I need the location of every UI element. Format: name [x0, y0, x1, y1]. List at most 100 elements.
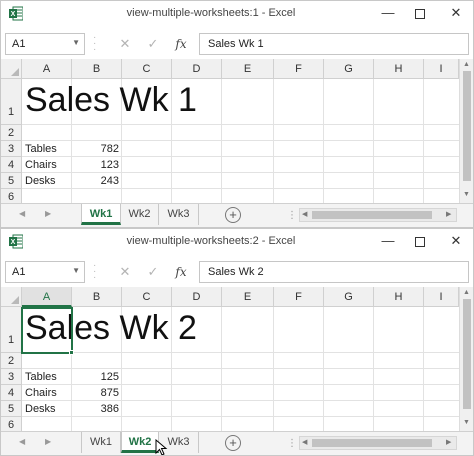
column-header-e[interactable]: E	[222, 59, 274, 79]
worksheet-grid[interactable]: A B C D E F G H I 1 2 3 4 5 6 Sales Wk 2…	[1, 287, 473, 431]
sheet-tab-wk1[interactable]: Wk1	[81, 432, 121, 453]
vertical-scroll-thumb[interactable]	[463, 299, 471, 409]
formula-input[interactable]: Sales Wk 1	[199, 33, 469, 55]
cell-a1[interactable]: Sales Wk 1	[25, 81, 197, 120]
horizontal-scrollbar[interactable]: ◀ ▶	[299, 436, 457, 450]
add-sheet-button[interactable]: +	[225, 435, 241, 451]
vertical-scrollbar[interactable]: ▲ ▼	[459, 287, 473, 431]
title-bar[interactable]: X view-multiple-worksheets:2 - Excel — ✕	[1, 229, 473, 255]
column-header-b[interactable]: B	[72, 59, 122, 79]
prev-sheet-icon[interactable]: ◀	[19, 209, 25, 218]
formula-input[interactable]: Sales Wk 2	[199, 261, 469, 283]
next-sheet-icon[interactable]: ▶	[45, 209, 51, 218]
cell-a5[interactable]: Desks	[25, 175, 56, 187]
column-header-f[interactable]: F	[274, 59, 324, 79]
cell-a3[interactable]: Tables	[25, 143, 57, 155]
close-button[interactable]: ✕	[445, 4, 467, 22]
vertical-scrollbar[interactable]: ▲ ▼	[459, 59, 473, 203]
insert-function-button[interactable]: fx	[171, 35, 191, 53]
cancel-entry-button[interactable]: ✕	[115, 263, 135, 281]
row-header-2[interactable]: 2	[1, 353, 22, 369]
maximize-button[interactable]	[409, 4, 431, 22]
scroll-down-icon[interactable]: ▼	[463, 191, 470, 198]
scroll-up-icon[interactable]: ▲	[463, 289, 470, 296]
gridline	[22, 352, 459, 353]
column-header-f[interactable]: F	[274, 287, 324, 307]
scroll-down-icon[interactable]: ▼	[463, 419, 470, 426]
cell-b3[interactable]: 125	[73, 371, 119, 383]
cancel-entry-button[interactable]: ✕	[115, 35, 135, 53]
column-header-c[interactable]: C	[122, 59, 172, 79]
row-header-3[interactable]: 3	[1, 141, 22, 157]
horizontal-scrollbar[interactable]: ◀ ▶	[299, 208, 457, 222]
row-header-1[interactable]: 1	[1, 79, 22, 125]
horizontal-scroll-thumb[interactable]	[312, 439, 432, 447]
worksheet-grid[interactable]: A B C D E F G H I 1 2 3 4 5 6 Sales Wk 1…	[1, 59, 473, 203]
cell-b5[interactable]: 386	[73, 403, 119, 415]
name-box[interactable]: A1 ▼	[5, 33, 85, 55]
column-header-e[interactable]: E	[222, 287, 274, 307]
column-header-b[interactable]: B	[72, 287, 122, 307]
tab-split-handle[interactable]: ⋮	[287, 438, 297, 449]
scroll-left-icon[interactable]: ◀	[302, 210, 307, 218]
column-header-a[interactable]: A	[22, 59, 72, 79]
cell-b5[interactable]: 243	[73, 175, 119, 187]
column-header-i[interactable]: I	[424, 59, 459, 79]
insert-function-button[interactable]: fx	[171, 263, 191, 281]
select-all-button[interactable]	[1, 287, 22, 307]
add-sheet-button[interactable]: +	[225, 207, 241, 223]
chevron-down-icon[interactable]: ▼	[72, 266, 80, 275]
vertical-scroll-thumb[interactable]	[463, 71, 471, 181]
next-sheet-icon[interactable]: ▶	[45, 437, 51, 446]
cell-a4[interactable]: Chairs	[25, 159, 57, 171]
enter-entry-button[interactable]: ✓	[143, 263, 163, 281]
cell-a3[interactable]: Tables	[25, 371, 57, 383]
scroll-left-icon[interactable]: ◀	[302, 438, 307, 446]
cell-a4[interactable]: Chairs	[25, 387, 57, 399]
row-header-4[interactable]: 4	[1, 385, 22, 401]
scroll-right-icon[interactable]: ▶	[446, 210, 451, 218]
column-header-a[interactable]: A	[22, 287, 72, 307]
scroll-right-icon[interactable]: ▶	[446, 438, 451, 446]
column-header-d[interactable]: D	[172, 287, 222, 307]
select-all-button[interactable]	[1, 59, 22, 79]
sheet-tab-wk2[interactable]: Wk2	[121, 432, 159, 453]
row-header-4[interactable]: 4	[1, 157, 22, 173]
row-header-3[interactable]: 3	[1, 369, 22, 385]
cell-b4[interactable]: 875	[73, 387, 119, 399]
name-box[interactable]: A1 ▼	[5, 261, 85, 283]
sheet-tab-wk1[interactable]: Wk1	[81, 204, 121, 225]
column-header-h[interactable]: H	[374, 59, 424, 79]
title-bar[interactable]: X view-multiple-worksheets:1 - Excel — ✕	[1, 1, 473, 27]
cell-b3[interactable]: 782	[73, 143, 119, 155]
select-all-icon	[11, 296, 19, 304]
maximize-button[interactable]	[409, 232, 431, 250]
enter-entry-button[interactable]: ✓	[143, 35, 163, 53]
row-header-6[interactable]: 6	[1, 189, 22, 203]
row-header-5[interactable]: 5	[1, 173, 22, 189]
row-header-5[interactable]: 5	[1, 401, 22, 417]
scroll-up-icon[interactable]: ▲	[463, 61, 470, 68]
horizontal-scroll-thumb[interactable]	[312, 211, 432, 219]
column-header-d[interactable]: D	[172, 59, 222, 79]
gridline	[373, 307, 374, 431]
row-header-1[interactable]: 1	[1, 307, 22, 353]
row-header-6[interactable]: 6	[1, 417, 22, 431]
prev-sheet-icon[interactable]: ◀	[19, 437, 25, 446]
minimize-button[interactable]: —	[377, 4, 399, 22]
cell-b4[interactable]: 123	[73, 159, 119, 171]
column-header-h[interactable]: H	[374, 287, 424, 307]
column-header-g[interactable]: G	[324, 287, 374, 307]
fill-handle[interactable]	[69, 350, 74, 355]
cell-a5[interactable]: Desks	[25, 403, 56, 415]
column-header-i[interactable]: I	[424, 287, 459, 307]
chevron-down-icon[interactable]: ▼	[72, 38, 80, 47]
sheet-tab-wk2[interactable]: Wk2	[121, 204, 159, 225]
minimize-button[interactable]: —	[377, 232, 399, 250]
close-button[interactable]: ✕	[445, 232, 467, 250]
column-header-g[interactable]: G	[324, 59, 374, 79]
sheet-tab-wk3[interactable]: Wk3	[159, 204, 199, 225]
column-header-c[interactable]: C	[122, 287, 172, 307]
tab-split-handle[interactable]: ⋮	[287, 210, 297, 221]
row-header-2[interactable]: 2	[1, 125, 22, 141]
